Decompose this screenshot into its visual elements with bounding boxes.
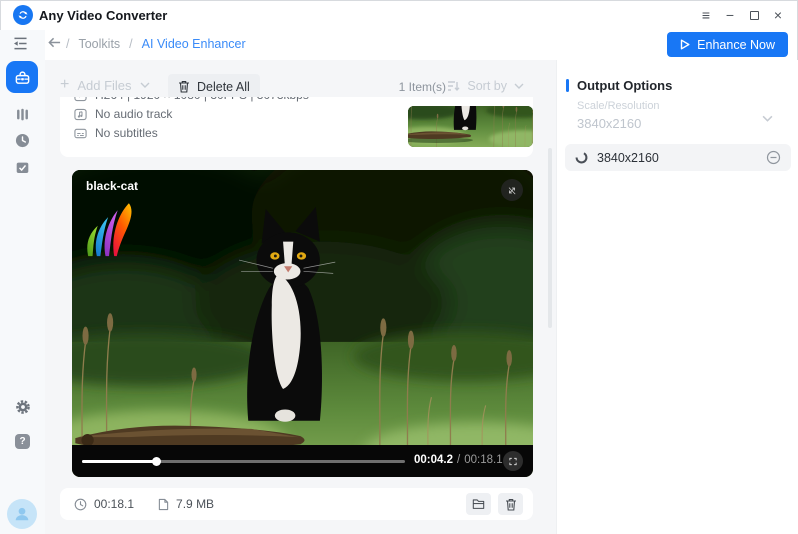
- resolution-list-item: 3840x2160: [565, 144, 791, 171]
- sidebar-item-completed[interactable]: [14, 159, 31, 176]
- sidebar-item-settings[interactable]: [14, 398, 31, 415]
- app-title: Any Video Converter: [39, 8, 167, 23]
- video-player[interactable]: black-cat: [72, 170, 533, 477]
- enhance-now-label: Enhance Now: [697, 38, 775, 52]
- minimize-icon[interactable]: −: [718, 3, 742, 27]
- player-time: 00:04.2 / 00:18.1: [414, 454, 503, 466]
- delete-all-label: Delete All: [197, 80, 250, 94]
- file-list-viewport[interactable]: H264 | 1920 × 1080 | 30FPS | 3073kbps No…: [45, 97, 556, 534]
- library-icon: [15, 107, 30, 122]
- scale-resolution-dropdown[interactable]: Scale/Resolution 3840x2160: [577, 100, 660, 131]
- add-files-button[interactable]: + Add Files: [60, 77, 150, 93]
- trash-icon: [178, 80, 190, 93]
- back-arrow-icon[interactable]: [47, 36, 62, 49]
- folder-icon: [472, 498, 485, 510]
- items-count: 1 Item(s): [399, 80, 446, 94]
- player-progress-fill: [82, 460, 156, 463]
- player-current-time: 00:04.2: [414, 454, 453, 466]
- clock-icon: [15, 133, 30, 148]
- play-icon: [680, 39, 690, 50]
- chevron-down-icon: [514, 83, 524, 89]
- player-controls: 00:04.2 / 00:18.1: [72, 445, 533, 477]
- scale-resolution-label: Scale/Resolution: [577, 100, 660, 112]
- audio-info-row: No audio track: [74, 107, 309, 121]
- minus-circle-icon: [766, 150, 781, 165]
- video-thumbnail[interactable]: [408, 106, 533, 147]
- output-options-panel: Output Options Scale/Resolution 3840x216…: [556, 60, 798, 534]
- audio-icon: [74, 108, 87, 121]
- player-progress-thumb[interactable]: [152, 457, 161, 466]
- app-window: Any Video Converter ≡ − ×: [0, 0, 798, 534]
- subtitles-icon: [74, 127, 87, 140]
- sidebar-collapse-icon[interactable]: [13, 37, 28, 50]
- breadcrumb: / Toolkits / AI Video Enhancer: [66, 33, 246, 55]
- sidebar-item-toolkits[interactable]: [6, 61, 38, 93]
- plus-icon: +: [60, 77, 69, 93]
- file-duration: 00:18.1: [94, 497, 134, 511]
- video-codec-icon: [74, 97, 87, 102]
- close-icon[interactable]: ×: [766, 3, 790, 27]
- compare-icon: [507, 184, 517, 197]
- file-meta-card: 00:18.1 7.9 MB: [60, 488, 533, 520]
- menu-icon[interactable]: ≡: [694, 3, 718, 27]
- chevron-down-icon: [762, 115, 773, 122]
- codec-info-text: H264 | 1920 × 1080 | 30FPS | 3073kbps: [95, 97, 309, 102]
- gear-icon: [15, 399, 31, 415]
- remove-resolution-button[interactable]: [766, 150, 781, 165]
- scale-resolution-value: 3840x2160: [577, 116, 660, 131]
- player-progress-bar[interactable]: [82, 460, 405, 463]
- chevron-down-icon: [140, 82, 150, 88]
- subtitles-info-row: No subtitles: [74, 126, 309, 140]
- compare-toggle-button[interactable]: [501, 179, 523, 201]
- delete-all-button[interactable]: Delete All: [168, 74, 260, 99]
- list-scrollbar[interactable]: [548, 148, 552, 328]
- maximize-icon[interactable]: [742, 3, 766, 27]
- check-square-icon: [15, 160, 30, 175]
- sort-by-label: Sort by: [467, 79, 507, 93]
- main-panel: + Add Files Delete All 1 Item(s) Sort by: [45, 60, 556, 534]
- sort-by-button[interactable]: Sort by: [447, 79, 524, 93]
- file-info-card: H264 | 1920 × 1080 | 30FPS | 3073kbps No…: [60, 97, 533, 157]
- fullscreen-button[interactable]: [503, 451, 523, 471]
- enhance-now-button[interactable]: Enhance Now: [667, 32, 788, 57]
- breadcrumb-separator: /: [66, 37, 69, 51]
- codec-info-row: H264 | 1920 × 1080 | 30FPS | 3073kbps: [74, 97, 309, 102]
- open-folder-button[interactable]: [466, 493, 491, 515]
- question-icon: ?: [15, 434, 30, 449]
- sidebar-item-history[interactable]: [14, 132, 31, 149]
- toolbox-icon: [14, 69, 31, 86]
- processing-spinner-icon: [575, 151, 588, 164]
- breadcrumb-current: AI Video Enhancer: [142, 37, 246, 51]
- trash-icon: [505, 498, 517, 511]
- player-video-title: black-cat: [86, 179, 138, 193]
- player-total-time: 00:18.1: [464, 454, 502, 466]
- file-icon: [158, 498, 169, 511]
- duration-clock-icon: [74, 498, 87, 511]
- subtitles-info-text: No subtitles: [95, 126, 158, 140]
- add-files-label: Add Files: [77, 78, 131, 93]
- file-size: 7.9 MB: [176, 497, 214, 511]
- user-avatar[interactable]: [7, 499, 37, 529]
- sidebar-item-library[interactable]: [14, 106, 31, 123]
- breadcrumb-separator: /: [129, 37, 132, 51]
- avc-watermark-logo: [83, 202, 135, 260]
- sidebar: ?: [0, 30, 45, 534]
- sidebar-item-help[interactable]: ?: [14, 433, 31, 450]
- window-controls: ≡ − ×: [694, 0, 790, 30]
- video-frame: [72, 170, 533, 477]
- accent-bar: [566, 79, 569, 92]
- output-options-title: Output Options: [577, 78, 672, 93]
- fullscreen-icon: [509, 456, 517, 467]
- app-logo-icon: [13, 5, 33, 25]
- sort-icon: [447, 80, 460, 92]
- output-options-header: Output Options: [566, 78, 672, 93]
- audio-info-text: No audio track: [95, 107, 172, 121]
- time-separator: /: [457, 454, 460, 466]
- remove-file-button[interactable]: [498, 493, 523, 515]
- breadcrumb-toolkits[interactable]: Toolkits: [78, 37, 120, 51]
- resolution-label: 3840x2160: [597, 151, 659, 165]
- person-icon: [13, 505, 31, 523]
